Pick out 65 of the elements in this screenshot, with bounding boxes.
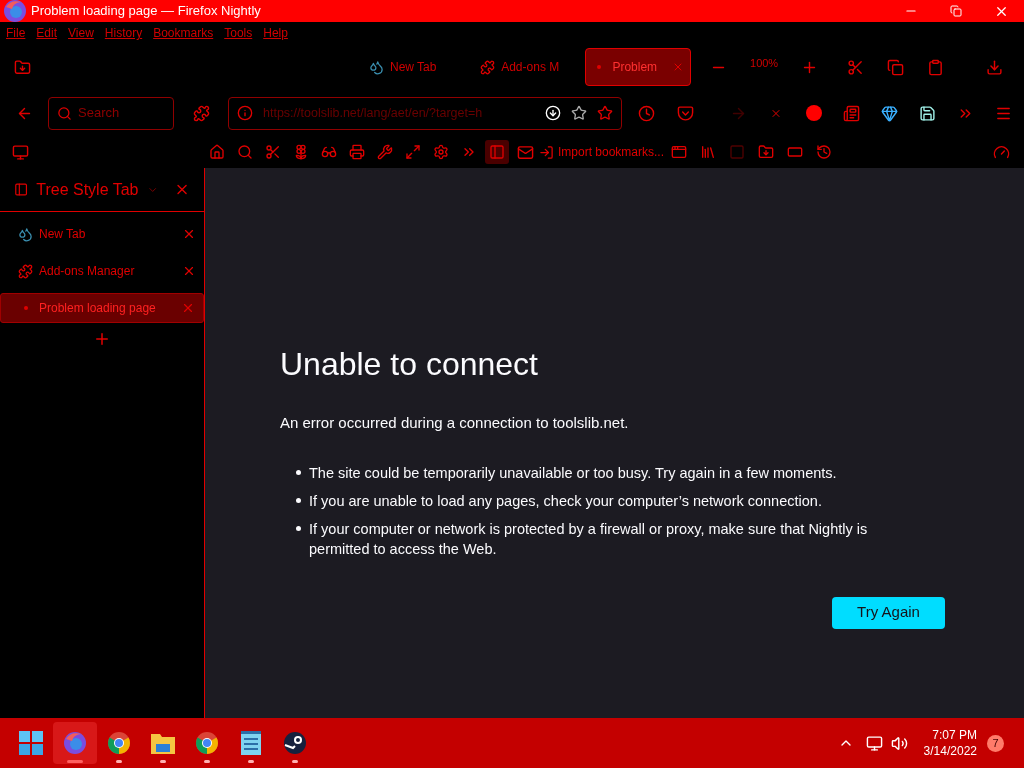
zoom-level[interactable]: 100% <box>740 54 788 72</box>
browser-tab[interactable]: New Tab <box>362 48 469 86</box>
browser-tab[interactable]: Problem <box>585 48 691 86</box>
error-message: An error occurred during a connection to toolslib.net. <box>280 413 630 433</box>
error-heading: Unable to connect <box>280 345 539 384</box>
window-title: Problem loading page — Firefox Nightly <box>31 2 262 21</box>
new-tab-icon[interactable] <box>93 330 111 348</box>
menu-item[interactable]: Help <box>263 24 288 42</box>
browser-icon <box>63 731 87 755</box>
notification-badge[interactable]: 7 <box>987 734 1004 752</box>
folder-icon <box>150 731 176 755</box>
menu-item[interactable]: Bookmarks <box>153 24 214 42</box>
close-icon[interactable] <box>182 227 196 241</box>
puzzle-icon <box>480 59 496 75</box>
close-icon[interactable] <box>181 301 195 315</box>
menu-item[interactable]: History <box>104 24 143 42</box>
bullet-icon <box>296 525 301 531</box>
search-icon <box>57 105 72 121</box>
tab-title: Problem loading page <box>39 300 157 317</box>
browser-icon <box>3 0 27 23</box>
close-icon[interactable] <box>182 264 196 278</box>
menu-item[interactable]: File <box>6 24 26 42</box>
import-icon <box>539 144 554 160</box>
tab-title: Problem <box>612 59 659 76</box>
tab-title: New Tab <box>39 226 87 243</box>
steam-icon <box>283 731 307 755</box>
volume-icon[interactable] <box>890 734 908 752</box>
download-icon[interactable] <box>545 105 561 121</box>
sidebar-toggle-icon[interactable] <box>485 140 509 164</box>
menu-item[interactable]: View <box>68 24 94 42</box>
tab-title: New Tab <box>389 59 438 76</box>
browser-tab[interactable]: Add-ons M <box>474 48 580 86</box>
clock-date[interactable]: 3/14/2022 <box>923 743 977 759</box>
extension-icon[interactable] <box>806 105 822 121</box>
menu-item[interactable]: Edit <box>36 24 58 42</box>
puzzle-icon <box>18 263 33 279</box>
browser-icon <box>107 731 131 755</box>
star-icon[interactable] <box>597 105 613 121</box>
error-hint: If you are unable to load any pages, check your computer’s network connection. <box>309 491 822 511</box>
sidebar-tab[interactable]: New Tab <box>0 219 204 249</box>
tab-title: Add-ons Manager <box>39 263 136 280</box>
droplets-icon <box>18 226 33 242</box>
search-field[interactable]: Search <box>48 96 174 130</box>
bullet-icon <box>296 469 301 475</box>
url-text: https://toolslib.net/lang/aet/en/?target=h <box>263 104 484 122</box>
menu-item[interactable]: Tools <box>224 24 253 42</box>
tab-title: Add-ons M <box>501 59 561 76</box>
error-hint: The site could be temporarily unavailable or too busy. Try again in a few moments. <box>309 463 837 483</box>
try-again-button[interactable]: Try Again <box>832 596 945 629</box>
search-placeholder: Search <box>78 104 120 123</box>
info-icon <box>237 105 253 121</box>
browser-icon <box>195 731 219 755</box>
sidebar-tab[interactable]: Add-ons Manager <box>0 256 204 286</box>
windows-icon <box>19 731 43 755</box>
bullet-icon <box>296 497 301 503</box>
network-icon[interactable] <box>865 734 883 752</box>
notepad-icon <box>240 730 262 756</box>
sidebar-tab[interactable]: Problem loading page <box>0 293 204 323</box>
sidebar-title[interactable]: Tree Style Tab <box>36 177 139 202</box>
sidebar-icon <box>14 182 29 197</box>
error-hint: If your computer or network is protected by a firewall or proxy, make sure that Nightly is permitted to access the Web. <box>309 519 869 559</box>
clock-time[interactable]: 7:07 PM <box>932 727 977 743</box>
import-bookmarks-button[interactable]: Import bookmarks... <box>539 143 665 161</box>
star-icon[interactable] <box>571 105 587 121</box>
droplets-icon <box>368 59 384 75</box>
